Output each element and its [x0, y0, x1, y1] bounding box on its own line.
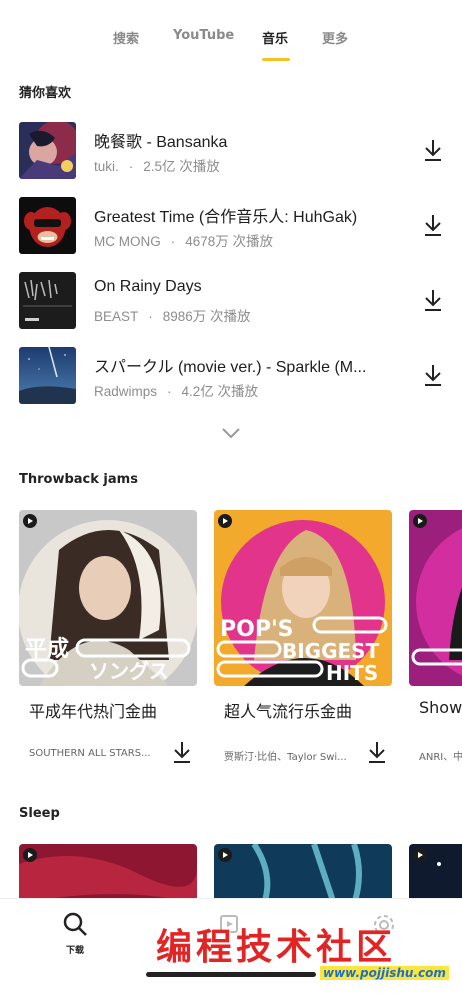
album-cover	[19, 197, 76, 254]
playlist-card[interactable]: Show ANRI、中森	[409, 510, 462, 770]
song-artist: tuki.	[94, 159, 119, 174]
tab-more[interactable]: 更多	[322, 28, 348, 47]
download-icon[interactable]	[422, 138, 444, 162]
play-badge-icon	[23, 514, 37, 528]
song-artist: MC MONG	[94, 234, 161, 249]
song-meta: tuki. · 2.5亿 次播放	[94, 155, 220, 175]
separator-dot: ·	[167, 384, 172, 399]
playlist-art: POP'S BIGGEST HITS	[214, 510, 392, 686]
separator-dot: ·	[170, 234, 176, 249]
play-badge-icon	[413, 514, 427, 528]
play-badge-icon	[23, 848, 37, 862]
art-text: BIGGEST	[282, 639, 380, 663]
watermark-url: www.pojjishu.com	[320, 966, 449, 980]
playlist-title: 超人气流行乐金曲	[224, 702, 353, 721]
album-cover	[19, 272, 76, 329]
separator-dot: ·	[148, 309, 153, 324]
song-artist: BEAST	[94, 309, 139, 324]
playlist-card[interactable]	[19, 844, 197, 898]
search-icon	[63, 912, 87, 936]
song-meta: MC MONG · 4678万 次播放	[94, 230, 273, 250]
play-badge-icon	[218, 848, 232, 862]
art-text: HITS	[326, 661, 378, 685]
art-text: ソングス	[89, 659, 169, 683]
playlist-art	[409, 510, 462, 686]
playlist-art	[19, 844, 197, 898]
song-row[interactable]: Greatest Time (合作音乐人: HuhGak) MC MONG · 46…	[0, 197, 462, 257]
separator-dot: ·	[128, 159, 134, 174]
playlist-title: Show	[419, 698, 462, 717]
playlist-title: 平成年代热门金曲	[29, 702, 158, 721]
playlist-card[interactable]	[214, 844, 392, 898]
download-icon[interactable]	[422, 288, 444, 312]
song-plays: 4678万 次播放	[185, 234, 274, 249]
album-cover	[19, 347, 76, 404]
playlist-subtitle: ANRI、中森	[419, 752, 462, 763]
nav-item-download[interactable]: 下载	[62, 911, 88, 956]
song-title: Greatest Time (合作音乐人: HuhGak)	[94, 209, 358, 226]
tab-search[interactable]: 搜索	[113, 28, 139, 47]
chevron-down-icon[interactable]	[220, 426, 242, 440]
playlist-card[interactable]: 平成 ソングス 平成年代热门金曲 SOUTHERN ALL STARS...	[19, 510, 197, 770]
download-icon[interactable]	[171, 740, 193, 764]
playlist-card[interactable]	[409, 844, 462, 898]
active-tab-indicator	[262, 58, 290, 61]
playlist-card[interactable]: POP'S BIGGEST HITS 超人气流行乐金曲 贾斯汀·比伯、Taylo…	[214, 510, 392, 770]
song-row[interactable]: On Rainy Days BEAST · 8986万 次播放	[0, 272, 462, 332]
song-artist: Radwimps	[94, 384, 158, 399]
playlist-art	[409, 844, 462, 898]
section-title-sleep: Sleep	[19, 806, 60, 821]
song-meta: BEAST · 8986万 次播放	[94, 305, 251, 325]
playlist-art	[214, 844, 392, 898]
top-tab-bar: 搜索 YouTube 音乐 更多	[0, 0, 462, 66]
song-meta: Radwimps · 4.2亿 次播放	[94, 380, 258, 400]
playlist-art: 平成 ソングス	[19, 510, 197, 686]
song-plays: 2.5亿 次播放	[143, 159, 220, 174]
song-plays: 8986万 次播放	[162, 309, 251, 324]
song-title: 晚餐歌 - Bansanka	[94, 134, 228, 151]
tab-music[interactable]: 音乐	[262, 28, 288, 47]
nav-label: 下载	[65, 946, 84, 956]
play-badge-icon	[413, 848, 427, 862]
download-icon[interactable]	[422, 363, 444, 387]
song-title: スパークル (movie ver.) - Sparkle (M...	[94, 359, 367, 376]
download-icon[interactable]	[366, 740, 388, 764]
home-indicator	[146, 972, 316, 977]
art-text: 平成	[25, 637, 69, 662]
play-badge-icon	[218, 514, 232, 528]
watermark-text: 编程技术社区	[156, 926, 397, 968]
download-icon[interactable]	[422, 213, 444, 237]
section-title-recommend: 猜你喜欢	[19, 86, 72, 101]
playlist-subtitle: SOUTHERN ALL STARS...	[29, 748, 151, 759]
tab-youtube[interactable]: YouTube	[173, 28, 234, 43]
song-row[interactable]: スパークル (movie ver.) - Sparkle (M... Radwi…	[0, 347, 462, 407]
song-plays: 4.2亿 次播放	[181, 384, 259, 399]
playlist-subtitle: 贾斯汀·比伯、Taylor Swi...	[224, 752, 347, 763]
album-cover	[19, 122, 76, 179]
song-title: On Rainy Days	[94, 278, 202, 295]
song-row[interactable]: 晚餐歌 - Bansanka tuki. · 2.5亿 次播放	[0, 122, 462, 182]
section-title-throwback: Throwback jams	[19, 472, 138, 487]
